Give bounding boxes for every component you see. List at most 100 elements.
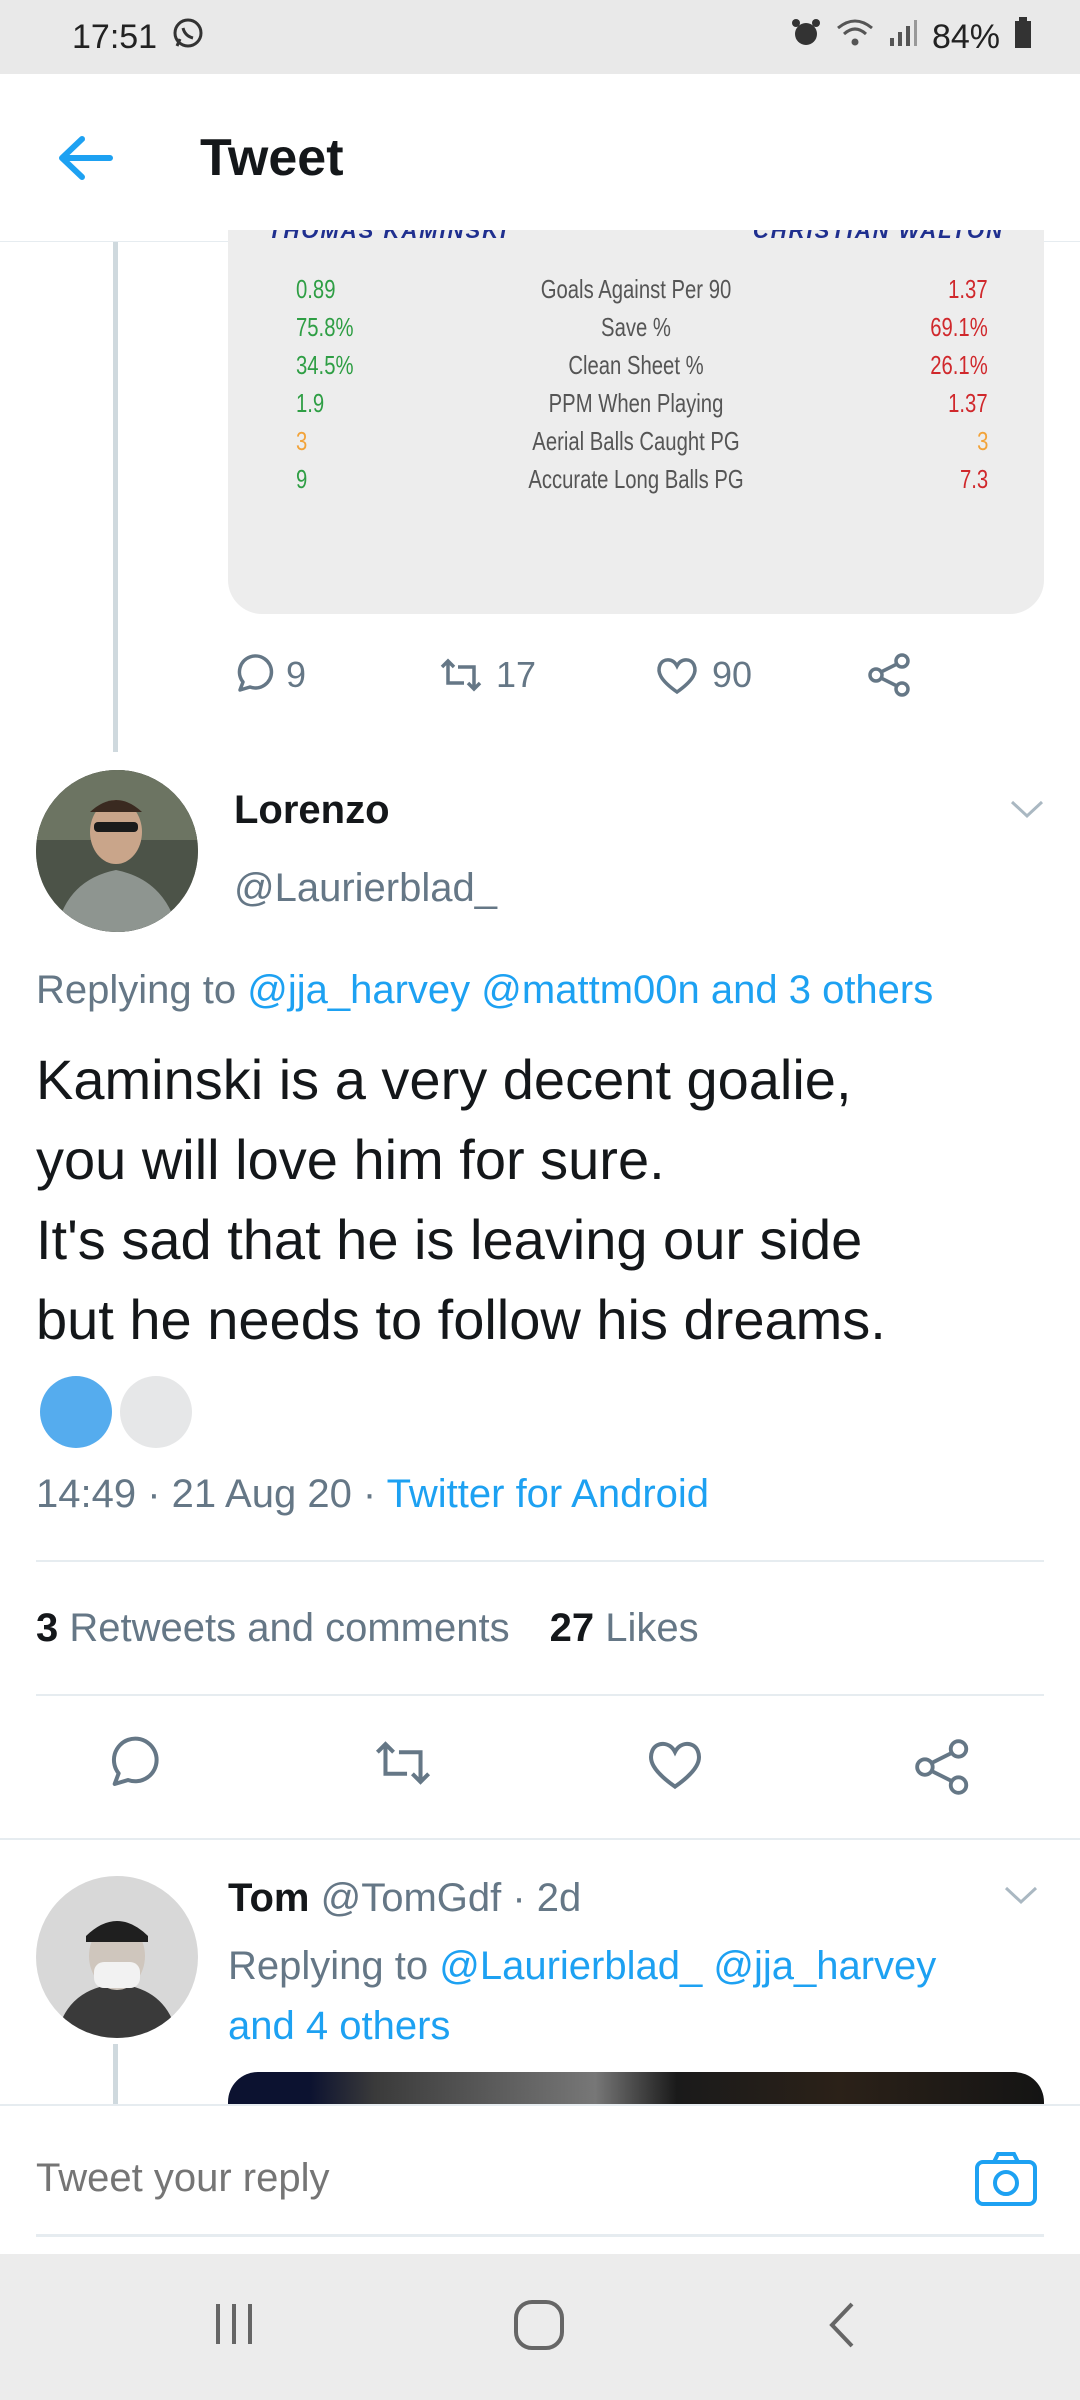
retweets-stat[interactable]: 3 Retweets and comments xyxy=(36,1606,510,1651)
stat-label: PPM When Playing xyxy=(548,388,724,418)
heart-icon xyxy=(657,658,697,695)
likes-label: Likes xyxy=(605,1606,699,1650)
stat-label: Save % xyxy=(601,312,671,342)
share-button[interactable] xyxy=(912,1736,974,1803)
status-right-group: 84% xyxy=(790,16,1032,58)
reply-author-handle[interactable]: @TomGdf · 2d xyxy=(321,1876,582,1920)
page-title: Tweet xyxy=(200,128,344,187)
stat-row: 3 Aerial Balls Caught PG 3 xyxy=(228,426,1044,464)
stat-left-value: 9 xyxy=(296,464,308,494)
reply-menu-button[interactable] xyxy=(1002,1884,1040,1913)
stat-label: Clean Sheet % xyxy=(568,350,704,380)
home-icon xyxy=(514,2300,564,2350)
stat-right-value: 1.37 xyxy=(948,388,988,418)
tweet-timestamp: 14:49 · 21 Aug 20 · Twitter for Android xyxy=(36,1472,709,1517)
reply-icon xyxy=(111,1736,159,1786)
stat-row: 0.89 Goals Against Per 90 1.37 xyxy=(228,274,1044,312)
wifi-icon xyxy=(836,18,874,57)
composer-underline xyxy=(36,2234,1044,2237)
home-button[interactable] xyxy=(512,2298,566,2357)
tweet-source[interactable]: Twitter for Android xyxy=(387,1472,709,1516)
author-name[interactable]: Lorenzo xyxy=(234,788,390,833)
retweet-button[interactable] xyxy=(372,1736,434,1795)
tweet-text-line: but he needs to follow his dreams. xyxy=(36,1288,886,1351)
avatar-lorenzo[interactable] xyxy=(36,770,198,932)
stat-left-value: 3 xyxy=(296,426,308,456)
reply-count: 9 xyxy=(286,654,307,695)
like-action[interactable]: 90 xyxy=(654,654,752,696)
right-player-name: CHRISTIAN WALTON xyxy=(752,230,1004,243)
retweet-icon xyxy=(440,658,482,692)
system-back-button[interactable] xyxy=(824,2298,860,2357)
camera-icon xyxy=(975,2152,1037,2206)
back-button[interactable] xyxy=(40,113,130,203)
system-nav-bar xyxy=(0,2254,1080,2400)
replying-to: Replying to @jja_harvey @mattm00n and 3 … xyxy=(36,968,933,1013)
reply-button[interactable] xyxy=(104,1736,160,1797)
divider xyxy=(0,1838,1080,1840)
left-player-name: THOMAS KAMINSKI xyxy=(268,230,509,243)
retweets-label: Retweets and comments xyxy=(69,1606,510,1650)
replying-handles[interactable]: @jja_harvey @mattm00n and 3 others xyxy=(247,968,933,1012)
retweet-icon xyxy=(375,1741,431,1785)
retweet-action[interactable]: 17 xyxy=(438,654,536,696)
battery-icon xyxy=(1014,16,1032,58)
reply-author-name[interactable]: Tom xyxy=(228,1876,309,1920)
stat-label: Aerial Balls Caught PG xyxy=(532,426,740,456)
tweet-text: Kaminski is a very decent goalie, you wi… xyxy=(36,1040,1056,1360)
reply-action[interactable]: 9 xyxy=(232,654,306,696)
battery-percent: 84% xyxy=(931,17,1000,56)
stats-header: THOMAS KAMINSKI CHRISTIAN WALTON xyxy=(268,230,1004,254)
camera-button[interactable] xyxy=(974,2150,1038,2213)
parent-tweet-actions: 9 17 90 xyxy=(228,640,948,710)
divider xyxy=(36,1560,1044,1562)
reply-replying-prefix: Replying to xyxy=(228,1944,429,1988)
tweet-text-line: you will love him for sure. xyxy=(36,1128,665,1191)
like-button[interactable] xyxy=(644,1736,706,1797)
stat-row: 1.9 PPM When Playing 1.37 xyxy=(228,388,1044,426)
avatar-tom[interactable] xyxy=(36,1876,198,2038)
stat-right-value: 26.1% xyxy=(930,350,988,380)
reply-author-line: Tom @TomGdf · 2d xyxy=(228,1876,581,1921)
reply-replying-others[interactable]: and 4 others xyxy=(228,1996,936,2056)
stat-right-value: 1.37 xyxy=(948,274,988,304)
stat-row: 9 Accurate Long Balls PG 7.3 xyxy=(228,464,1044,502)
signal-icon xyxy=(888,18,918,57)
tweet-time: 14:49 · 21 Aug 20 · xyxy=(36,1472,377,1516)
engagement-stats: 3 Retweets and comments 27 Likes xyxy=(36,1606,699,1651)
app-bar: Tweet xyxy=(0,74,1080,242)
reply-replying-handles[interactable]: @Laurierblad_ @jja_harvey xyxy=(439,1944,936,1988)
tweet-menu-button[interactable] xyxy=(1008,798,1046,827)
replying-prefix: Replying to xyxy=(36,968,237,1012)
stat-label: Accurate Long Balls PG xyxy=(528,464,744,494)
stat-right-value: 69.1% xyxy=(930,312,988,342)
reply-replying-to: Replying to @Laurierblad_ @jja_harvey an… xyxy=(228,1936,936,2056)
likes-stat[interactable]: 27 Likes xyxy=(550,1606,699,1651)
chevron-down-icon xyxy=(1010,800,1044,819)
status-time-group: 17:51 xyxy=(72,16,205,59)
thread-line xyxy=(113,242,118,752)
status-time: 17:51 xyxy=(72,17,158,56)
reply-composer xyxy=(0,2104,1080,2254)
status-bar: 17:51 84% xyxy=(0,0,1080,74)
author-handle[interactable]: @Laurierblad_ xyxy=(234,866,497,911)
retweets-count: 3 xyxy=(36,1606,59,1650)
tweet-text-line: Kaminski is a very decent goalie, xyxy=(36,1048,852,1111)
tweet-text-line: It's sad that he is leaving our side xyxy=(36,1208,863,1271)
whatsapp-icon xyxy=(171,16,205,59)
recent-apps-button[interactable] xyxy=(210,2300,258,2353)
chevron-left-icon xyxy=(829,2302,854,2348)
stat-label: Goals Against Per 90 xyxy=(540,274,732,304)
stat-row: 75.8% Save % 69.1% xyxy=(228,312,1044,350)
thread-line-bottom xyxy=(113,2044,118,2104)
tweet-media-image[interactable]: THOMAS KAMINSKI CHRISTIAN WALTON 0.89 Goa… xyxy=(228,230,1044,614)
reply-input[interactable] xyxy=(36,2156,936,2201)
stat-right-value: 3 xyxy=(976,426,988,456)
share-icon xyxy=(868,653,910,697)
stat-right-value: 7.3 xyxy=(959,464,988,494)
arrow-left-icon xyxy=(59,135,113,180)
share-action[interactable] xyxy=(866,651,914,699)
divider xyxy=(36,1694,1044,1696)
alarm-icon xyxy=(790,17,822,58)
reply-icon xyxy=(237,654,274,692)
